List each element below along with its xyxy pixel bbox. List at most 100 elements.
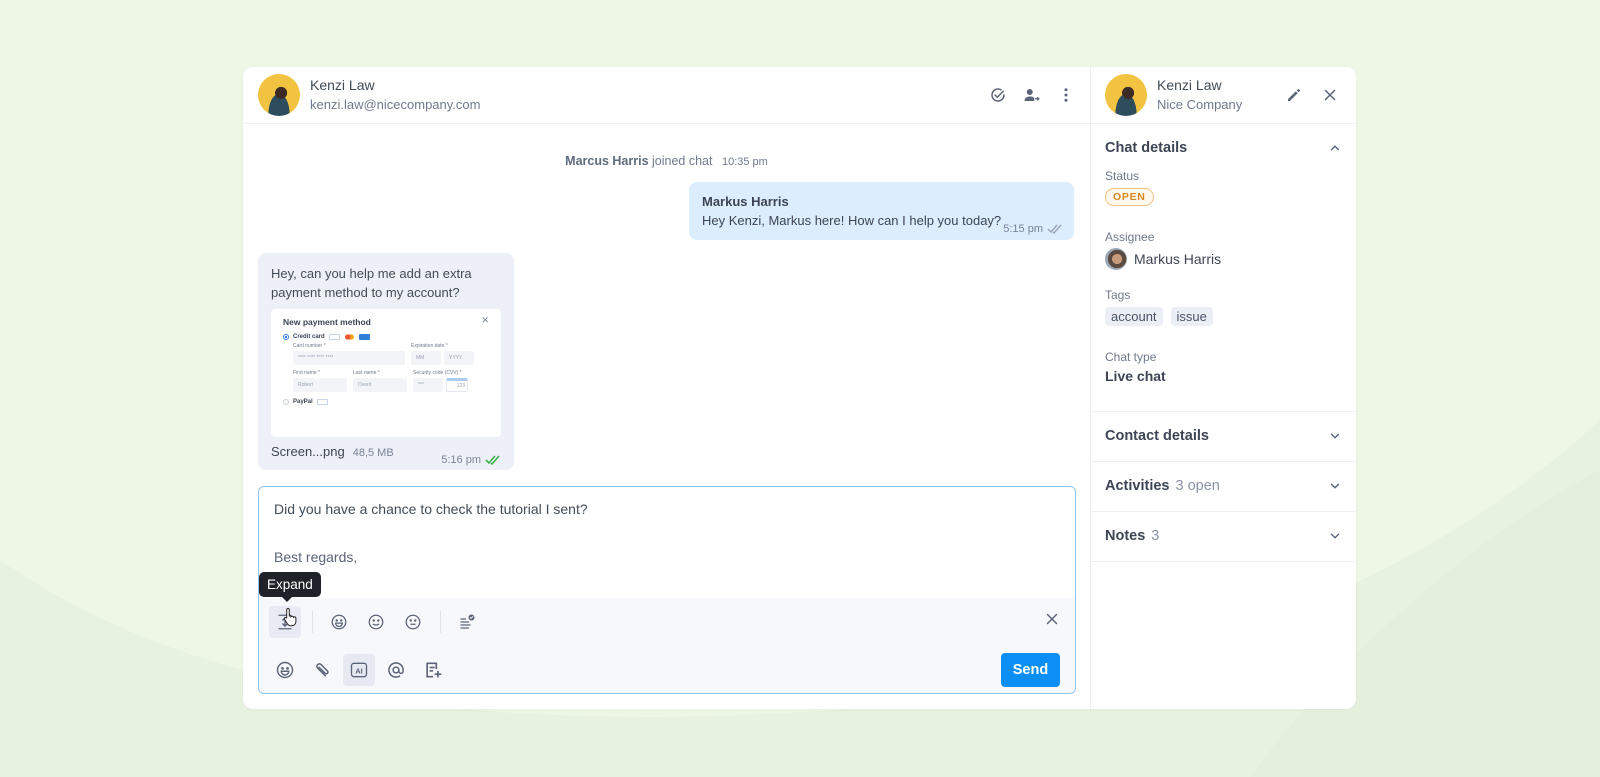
chat-header: Kenzi Law kenzi.law@nicecompany.com: [243, 67, 1090, 124]
credit-card-label: Credit card: [293, 334, 325, 340]
system-message: Marcus Harris joined chat 10:35 pm: [243, 154, 1090, 168]
more-button[interactable]: [1054, 83, 1078, 107]
attachment-size: 48,5 MB: [352, 447, 394, 459]
card-number-label: Card number *: [293, 343, 326, 349]
paperclip-icon: [316, 663, 329, 677]
customer-company: Nice Company: [1157, 97, 1243, 112]
edit-button[interactable]: [1282, 83, 1306, 107]
list-check-icon: [460, 614, 475, 629]
outgoing-message: Markus Harris Hey Kenzi, Markus here! Ho…: [689, 182, 1074, 240]
svg-text:AI: AI: [355, 666, 363, 675]
message-author: Markus Harris: [702, 194, 789, 209]
attach-file-button[interactable]: [306, 654, 338, 686]
security-code-label: Security code (CVV) *: [413, 370, 462, 376]
chevron-down-icon[interactable]: [1328, 529, 1342, 548]
mention-button[interactable]: [380, 654, 412, 686]
emoji-grin-icon: [331, 614, 347, 630]
tags-label: Tags: [1105, 288, 1131, 302]
customer-avatar[interactable]: [258, 74, 300, 116]
message-input-line: Did you have a chance to check the tutor…: [274, 501, 588, 517]
expand-tooltip: Expand: [259, 572, 321, 602]
chat-type-value: Live chat: [1105, 368, 1166, 384]
canned-response-button[interactable]: [417, 654, 449, 686]
assignee[interactable]: Markus Harris: [1105, 248, 1342, 270]
mastercard-icon: [343, 334, 355, 340]
radio-credit-card: [283, 334, 289, 340]
toolbar-divider: [312, 611, 313, 633]
message-text: Hey, can you help me add an extra paymen…: [271, 266, 472, 300]
close-toolbar-button[interactable]: [1043, 610, 1061, 633]
emoji-smile-button[interactable]: [360, 606, 392, 638]
mouse-pointer-hand-icon: [283, 607, 297, 627]
first-name-field: Robert: [293, 378, 347, 392]
chevron-up-icon[interactable]: [1328, 141, 1342, 160]
system-message-actor: Marcus Harris: [565, 154, 649, 168]
paypal-icon: [316, 399, 328, 405]
composer-actions: AI Send: [259, 646, 1075, 693]
read-checkmarks-icon: [1047, 224, 1062, 234]
status-badge: OPEN: [1105, 188, 1154, 206]
contact-details-section[interactable]: Contact details: [1091, 412, 1356, 462]
ai-assist-button[interactable]: AI: [343, 654, 375, 686]
emoji-grin-button[interactable]: [323, 606, 355, 638]
customer-name: Kenzi Law: [310, 77, 375, 93]
list-check-button[interactable]: [451, 606, 483, 638]
system-message-time: 10:35 pm: [721, 156, 768, 168]
details-panel: Kenzi Law Nice Company Chat details Stat…: [1091, 67, 1356, 709]
toolbar-divider: [440, 611, 441, 633]
customer-name: Kenzi Law: [1157, 77, 1222, 93]
close-details-button[interactable]: [1318, 83, 1342, 107]
amex-icon: [358, 334, 370, 340]
ai-icon: AI: [350, 662, 368, 678]
card-number-field: **** **** **** ****: [293, 351, 405, 365]
section-title: Chat details: [1105, 140, 1188, 156]
assignee-avatar: [1105, 248, 1127, 270]
visa-icon: [328, 334, 340, 340]
chat-details-section: Chat details Status OPEN Assignee Markus…: [1091, 124, 1356, 412]
attachment-filename[interactable]: Screen...png: [271, 444, 345, 459]
close-icon: [1324, 89, 1336, 101]
incoming-message: Hey, can you help me add an extra paymen…: [258, 253, 514, 470]
canned-response-icon: [426, 662, 442, 678]
message-composer: Did you have a chance to check the tutor…: [258, 486, 1076, 694]
send-button[interactable]: Send: [1001, 653, 1060, 687]
formatting-toolbar: [259, 598, 1075, 646]
details-header: Kenzi Law Nice Company: [1091, 67, 1356, 124]
customer-email[interactable]: kenzi.law@nicecompany.com: [310, 95, 480, 115]
tag[interactable]: issue: [1170, 307, 1213, 326]
month-field: MM: [411, 351, 441, 365]
last-name-field: Overit: [353, 378, 407, 392]
message-input[interactable]: Did you have a chance to check the tutor…: [259, 487, 1075, 599]
last-name-label: Last name *: [353, 370, 380, 376]
assignee-label: Assignee: [1105, 230, 1155, 244]
section-count: 3 open: [1175, 478, 1220, 494]
notes-section[interactable]: Notes 3: [1091, 512, 1356, 562]
section-title: Notes: [1105, 528, 1146, 544]
paypal-label: PayPal: [293, 399, 313, 405]
section-title: Contact details: [1105, 428, 1209, 444]
close-icon: [1046, 613, 1058, 625]
chevron-down-icon[interactable]: [1328, 479, 1342, 498]
tags-list: account issue: [1105, 307, 1342, 326]
resolve-button[interactable]: [986, 83, 1010, 107]
preview-close-icon: ✕: [481, 315, 489, 325]
chat-type-label: Chat type: [1105, 350, 1157, 364]
first-name-label: First name *: [293, 370, 320, 376]
emoji-neutral-button[interactable]: [397, 606, 429, 638]
emoji-icon: [276, 661, 294, 679]
delivered-checkmarks-icon: [485, 455, 500, 465]
transfer-button[interactable]: [1020, 83, 1044, 107]
attachment-preview[interactable]: New payment method ✕ Credit card Card nu…: [271, 309, 501, 437]
chevron-down-icon[interactable]: [1328, 429, 1342, 448]
activities-section[interactable]: Activities 3 open: [1091, 462, 1356, 512]
section-title: Activities: [1105, 478, 1170, 494]
emoji-button[interactable]: [269, 654, 301, 686]
pencil-icon: [1288, 89, 1300, 101]
mention-icon: [388, 662, 404, 678]
chat-window: Kenzi Law kenzi.law@nicecompany.com Marc…: [243, 67, 1356, 709]
tag[interactable]: account: [1105, 307, 1163, 326]
cvv-hint: 123: [446, 378, 468, 392]
section-toggle-chat-details[interactable]: Chat details: [1105, 124, 1342, 173]
preview-title: New payment method: [283, 317, 371, 327]
transfer-user-icon: [1024, 89, 1040, 101]
